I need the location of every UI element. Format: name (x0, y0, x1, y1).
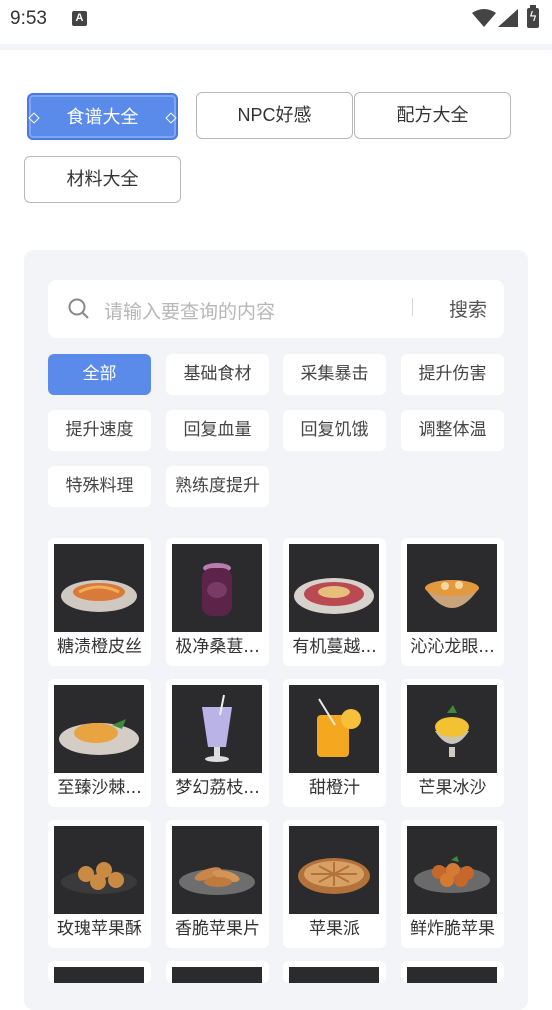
recipe-name: 玫瑰苹果酥 (57, 919, 142, 939)
recipe-card[interactable]: 沁沁龙眼... (401, 538, 504, 666)
recipe-card[interactable] (166, 961, 269, 983)
filter-speed-up[interactable]: 提升速度 (48, 410, 151, 451)
seabuckthorn-plate-icon (54, 685, 144, 773)
rose-apple-pastry-icon (54, 826, 144, 914)
filter-damage-up[interactable]: 提升伤害 (401, 354, 504, 395)
longan-bowl-icon (407, 544, 497, 632)
recipe-name: 至臻沙棘... (57, 778, 142, 798)
wifi-icon (472, 9, 496, 27)
filter-restore-hp[interactable]: 回复血量 (166, 410, 269, 451)
recipe-name: 苹果派 (309, 919, 360, 939)
signal-icon (498, 9, 518, 27)
recipe-name: 甜橙汁 (309, 778, 360, 798)
cranberry-plate-icon (289, 544, 379, 632)
apple-chips-icon (172, 826, 262, 914)
lychee-cup-icon (172, 685, 262, 773)
recipe-card[interactable]: 香脆苹果片 (166, 820, 269, 948)
tab-formulas[interactable]: 配方大全 (354, 92, 511, 139)
search-separator (412, 298, 413, 316)
tab-recipes[interactable]: 食谱大全 (27, 93, 178, 140)
recipe-name: 香脆苹果片 (175, 919, 260, 939)
app-notification-icon: A (72, 11, 87, 26)
search-icon (68, 298, 89, 319)
recipe-name: 芒果冰沙 (418, 778, 487, 798)
recipe-card[interactable]: 鲜炸脆苹果 (401, 820, 504, 948)
apple-pie-icon (289, 826, 379, 914)
filter-basic-ingredients[interactable]: 基础食材 (166, 354, 269, 395)
fried-apple-icon (407, 826, 497, 914)
recipe-card[interactable]: 梦幻荔枝... (166, 679, 269, 807)
filter-restore-hunger[interactable]: 回复饥饿 (283, 410, 386, 451)
battery-icon: ϟ (527, 5, 539, 28)
orange-peel-plate-icon (54, 544, 144, 632)
recipe-image (54, 967, 144, 983)
recipe-card[interactable]: 极净桑葚... (166, 538, 269, 666)
tab-npc[interactable]: NPC好感 (196, 92, 353, 139)
orange-juice-icon (289, 685, 379, 773)
recipe-card[interactable]: 有机蔓越... (283, 538, 386, 666)
recipe-name: 有机蔓越... (292, 637, 377, 657)
tab-materials[interactable]: 材料大全 (24, 156, 181, 203)
recipe-card[interactable] (283, 961, 386, 983)
filter-temperature[interactable]: 调整体温 (401, 410, 504, 451)
filter-all[interactable]: 全部 (48, 354, 151, 395)
recipe-card[interactable]: 芒果冰沙 (401, 679, 504, 807)
filter-proficiency[interactable]: 熟练度提升 (166, 466, 269, 507)
recipe-card[interactable] (48, 961, 151, 983)
filter-special-dishes[interactable]: 特殊料理 (48, 466, 151, 507)
recipe-card[interactable]: 至臻沙棘... (48, 679, 151, 807)
recipe-image (407, 967, 497, 983)
recipe-image (172, 967, 262, 983)
recipe-card[interactable] (401, 961, 504, 983)
recipe-card[interactable]: 甜橙汁 (283, 679, 386, 807)
header-divider (0, 44, 552, 50)
mango-smoothie-icon (407, 685, 497, 773)
recipe-image (289, 967, 379, 983)
recipe-name: 糖渍橙皮丝 (57, 637, 142, 657)
mulberry-jar-icon (172, 544, 262, 632)
status-bar: 9:53 A ϟ (0, 0, 552, 40)
search-button[interactable]: 搜索 (432, 295, 504, 322)
recipe-card[interactable]: 苹果派 (283, 820, 386, 948)
recipe-name: 梦幻荔枝... (175, 778, 260, 798)
filter-gather-crit[interactable]: 采集暴击 (283, 354, 386, 395)
recipe-name: 极净桑葚... (175, 637, 260, 657)
search-input[interactable]: 请输入要查询的内容 (104, 297, 275, 324)
recipe-card[interactable]: 糖渍橙皮丝 (48, 538, 151, 666)
recipe-name: 沁沁龙眼... (410, 637, 495, 657)
recipe-card[interactable]: 玫瑰苹果酥 (48, 820, 151, 948)
status-time: 9:53 (10, 8, 47, 29)
recipe-name: 鲜炸脆苹果 (410, 919, 495, 939)
search-bar: 请输入要查询的内容 搜索 (48, 280, 504, 338)
